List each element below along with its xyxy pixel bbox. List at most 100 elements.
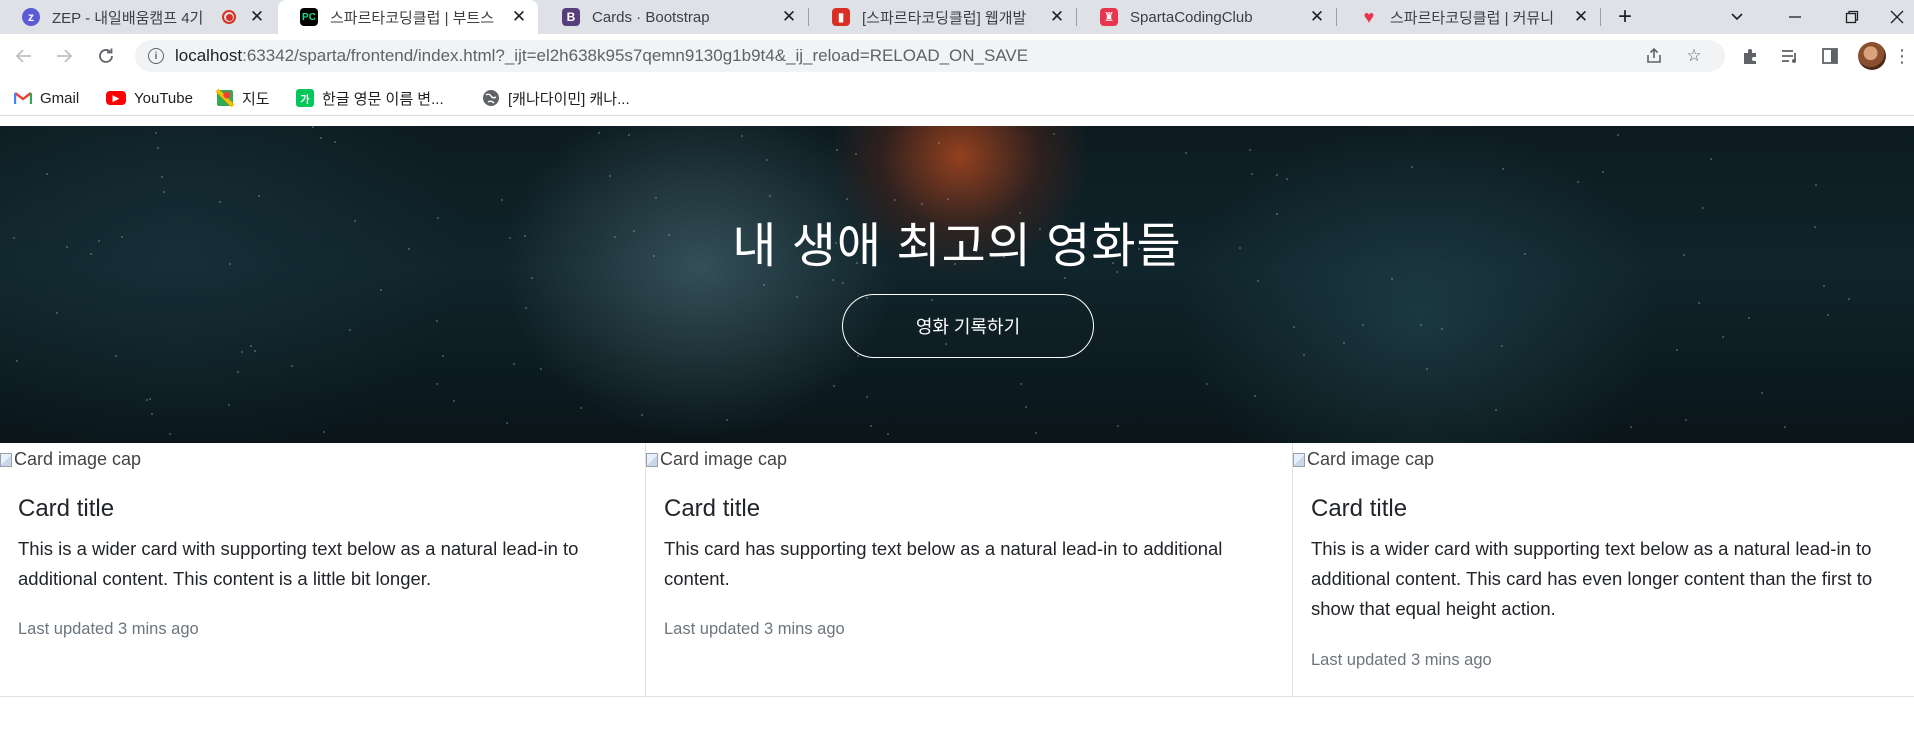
hero-texture-speck [228,404,230,406]
hero-texture-speck [947,198,949,200]
media-queue-icon[interactable] [1778,44,1802,68]
close-icon[interactable]: ✕ [1308,7,1326,26]
tab-spartacodingclub[interactable]: ♜ SpartaCodingClub ✕ [1078,0,1336,34]
close-icon[interactable]: ✕ [510,7,528,26]
hero-texture-speck [641,414,643,416]
forward-button[interactable] [50,42,78,70]
hero-texture-speck [250,345,252,347]
gmail-icon [14,89,32,107]
tab-zep[interactable]: z ZEP - 내일배움캠프 4기 ✕ [0,0,276,34]
close-icon[interactable]: ✕ [1048,7,1066,26]
card-group: Card image cap Card title This is a wide… [0,443,1914,697]
hero-texture-speck [1420,324,1422,326]
hero-texture-speck [1827,314,1829,316]
tab-sparta-bootstrap[interactable]: PC 스파르타코딩클럽 | 부트스 ✕ [278,0,538,34]
sparta-icon: ♜ [1100,8,1118,26]
hero-banner: 내 생애 최고의 영화들 영화 기록하기 [0,126,1914,443]
page-viewport: 내 생애 최고의 영화들 영화 기록하기 Card image cap Card… [0,126,1914,732]
hero-texture-speck [1254,395,1256,397]
hero-texture-speck [436,383,438,385]
restore-button[interactable] [1828,0,1876,34]
hero-texture-speck [921,203,923,205]
tab-search-button[interactable] [1713,0,1761,34]
hero-texture-speck [1064,277,1066,279]
address-bar[interactable]: i localhost:63342/sparta/frontend/index.… [135,40,1725,72]
record-movie-button[interactable]: 영화 기록하기 [842,294,1094,358]
hero-texture-speck [161,176,163,178]
bookmarks-bar: Gmail ▶ YouTube 지도 가 한글 영문 이름 변... [캐나다이… [0,78,1914,116]
tab-sparta-webdev[interactable]: ▮ [스파르타코딩클럽] 웹개발 ✕ [810,0,1076,34]
hero-texture-speck [1117,425,1119,427]
naver-dictionary-icon: 가 [296,89,314,107]
hero-texture-speck [1053,133,1055,135]
hero-texture-speck [151,413,153,415]
recording-icon [222,10,236,24]
card-text: This card has supporting text below as a… [664,538,1223,589]
bookmark-name-converter[interactable]: 가 한글 영문 이름 변... [296,87,444,109]
hero-texture-speck [219,201,221,203]
tab-title: Cards · Bootstrap [592,8,710,26]
broken-image-icon [646,452,658,467]
hero-texture-speck [442,355,444,357]
hero-texture-speck [846,198,848,200]
close-icon[interactable]: ✕ [780,7,798,26]
heart-icon: ♥ [1363,6,1375,27]
extensions-icon[interactable] [1738,44,1762,68]
broken-image-icon [0,452,12,467]
hero-texture-speck [1276,174,1278,176]
hero-texture-speck [157,147,159,149]
hero-texture-speck [1722,336,1724,338]
hero-texture-speck [1257,280,1259,282]
bookmark-maps[interactable]: 지도 [216,87,270,109]
hero-texture-speck [1823,285,1825,287]
hero-texture-speck [1206,383,1208,385]
hero-texture-speck [254,350,256,352]
hero-texture-speck [598,132,600,134]
hero-texture-speck [501,199,503,201]
share-icon[interactable] [1643,45,1665,67]
card-image-alt: Card image cap [14,449,142,469]
card-title: Card title [664,495,761,522]
menu-kebab-icon[interactable]: ⋮ [1893,44,1911,68]
hero-texture-speck [525,307,527,309]
hero-texture-speck [506,422,508,424]
close-icon[interactable]: ✕ [1572,7,1590,26]
bookmark-youtube[interactable]: ▶ YouTube [106,87,193,109]
card-image: Card image cap [0,449,141,470]
tab-separator [1336,8,1337,26]
side-panel-icon[interactable] [1818,44,1842,68]
maps-icon [216,89,234,107]
hero-texture-speck [453,400,455,402]
book-icon: ▮ [832,8,850,26]
reload-icon [99,48,113,63]
reload-button[interactable] [92,42,120,70]
hero-texture-speck [870,425,872,427]
close-window-button[interactable] [1880,0,1914,34]
tab-separator [808,8,809,26]
hero-texture-speck [513,363,515,365]
hero-texture-speck [766,159,768,161]
bootstrap-icon: B [562,8,580,26]
card-text: This is a wider card with supporting tex… [1311,538,1873,619]
bookmark-star-icon[interactable]: ☆ [1683,45,1705,67]
hero-texture-speck [855,153,857,155]
hero-texture-speck [1630,426,1632,428]
close-icon[interactable]: ✕ [248,7,266,26]
hero-texture-speck [1761,392,1763,394]
profile-avatar[interactable] [1858,42,1886,70]
tab-sparta-community[interactable]: ♥ 스파르타코딩클럽 | 커뮤니 ✕ [1338,0,1600,34]
bookmark-canada-immigration[interactable]: [캐나다이민] 캐나... [482,87,630,109]
site-info-icon[interactable]: i [148,48,164,64]
hero-texture-speck [320,137,322,139]
bookmark-gmail[interactable]: Gmail [14,87,79,109]
hero-texture-speck [312,126,314,128]
new-tab-button[interactable]: + [1612,3,1638,30]
bookmark-label: 한글 영문 이름 변... [322,90,444,108]
tab-strip: z ZEP - 내일배움캠프 4기 ✕ PC 스파르타코딩클럽 | 부트스 ✕ … [0,0,1914,34]
hero-texture-speck [1815,184,1817,186]
minimize-button[interactable] [1771,0,1819,34]
hero-texture-speck [1362,324,1364,326]
hero-texture-speck [241,351,243,353]
tab-cards-bootstrap[interactable]: B Cards · Bootstrap ✕ [540,0,808,34]
back-button[interactable] [10,42,38,70]
